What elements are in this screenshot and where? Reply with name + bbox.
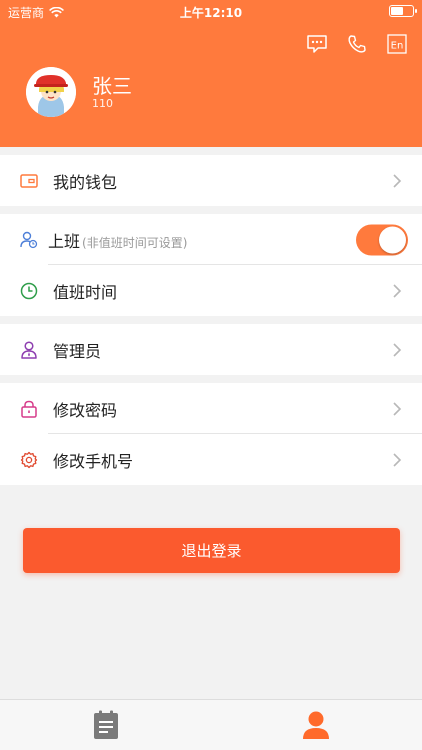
menu-item-change-phone[interactable]: 修改手机号 (0, 434, 422, 485)
chevron-right-icon (393, 283, 402, 298)
admin-section: 管理员 (0, 324, 422, 375)
clock-icon (19, 281, 39, 301)
avatar[interactable] (26, 67, 76, 117)
change-phone-label: 修改手机号 (53, 451, 134, 471)
language-label: En (391, 41, 404, 52)
profile-icon (303, 711, 329, 739)
duty-section: 上班 (非值班时间可设置) 值班时间 (0, 214, 422, 316)
battery-icon (389, 5, 417, 17)
user-name: 张三 (92, 74, 132, 98)
gear-icon (19, 450, 39, 470)
admin-icon (19, 340, 39, 360)
account-section: 修改密码 修改手机号 (0, 383, 422, 485)
duty-user-icon (19, 230, 39, 250)
wallet-icon (19, 171, 39, 191)
on-duty-label: 上班 (48, 231, 81, 251)
language-icon: En (387, 34, 407, 54)
chevron-right-icon (393, 173, 402, 188)
admin-label: 管理员 (53, 341, 102, 361)
lock-icon (19, 399, 39, 419)
profile-header: 运营商 上午12:10 En 张三 110 (0, 0, 422, 147)
wallet-label: 我的钱包 (53, 172, 118, 192)
status-bar: 运营商 上午12:10 (0, 0, 422, 22)
menu-item-wallet[interactable]: 我的钱包 (0, 155, 422, 206)
message-button[interactable] (304, 31, 330, 57)
avatar-illustration (26, 67, 76, 117)
tab-orders[interactable] (89, 708, 123, 742)
chevron-right-icon (393, 342, 402, 357)
orders-icon (94, 710, 118, 739)
logout-button[interactable]: 退出登录 (23, 528, 400, 573)
menu-item-on-duty: 上班 (非值班时间可设置) (0, 214, 422, 265)
phone-icon (348, 35, 366, 53)
menu-item-admin[interactable]: 管理员 (0, 324, 422, 375)
phone-button[interactable] (344, 31, 370, 57)
on-duty-label-wrap: 上班 (非值班时间可设置) (48, 228, 187, 252)
message-icon (307, 35, 327, 53)
wallet-section: 我的钱包 (0, 155, 422, 206)
menu-item-change-password[interactable]: 修改密码 (0, 383, 422, 434)
change-password-label: 修改密码 (53, 400, 118, 420)
on-duty-toggle[interactable] (356, 224, 408, 255)
battery-level (391, 7, 403, 15)
on-duty-hint: (非值班时间可设置) (82, 235, 188, 250)
tab-bar (0, 699, 422, 750)
user-id: 110 (92, 97, 113, 110)
duty-time-label: 值班时间 (53, 282, 118, 302)
chevron-right-icon (393, 452, 402, 467)
toggle-knob (379, 226, 406, 253)
language-button[interactable]: En (384, 31, 410, 57)
tab-profile[interactable] (299, 708, 333, 742)
status-time: 上午12:10 (179, 6, 243, 20)
menu-item-duty-time[interactable]: 值班时间 (0, 265, 422, 316)
chevron-right-icon (393, 401, 402, 416)
